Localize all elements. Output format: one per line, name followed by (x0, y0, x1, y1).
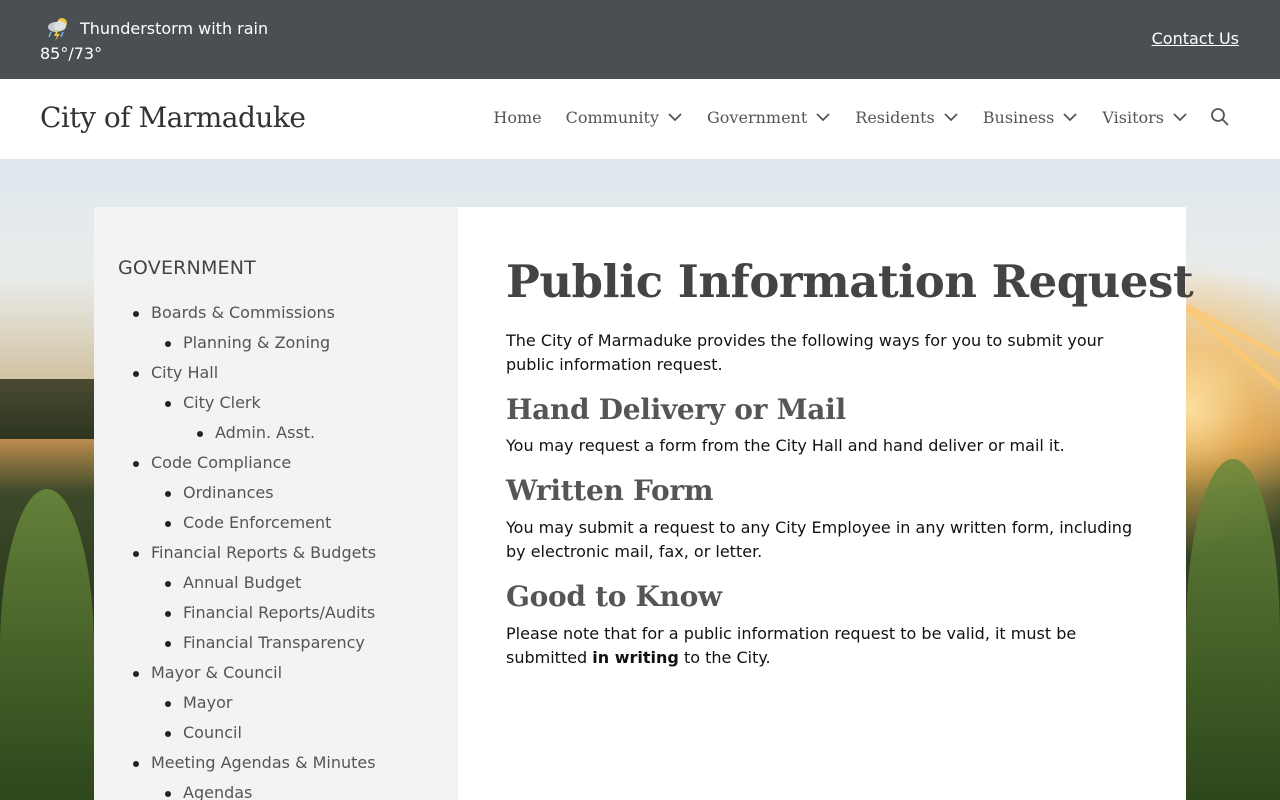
nav-visitors[interactable]: Visitors (1102, 108, 1188, 127)
site-title[interactable]: City of Marmaduke (40, 101, 306, 134)
corn-leaves (0, 489, 94, 800)
thunderstorm-rain-icon (44, 14, 72, 42)
sidebar-item-mayor[interactable]: Mayor (94, 691, 458, 721)
nav-residents[interactable]: Residents (855, 108, 959, 127)
search-icon[interactable] (1210, 107, 1230, 127)
weather-temps: 85°/73° (40, 44, 103, 63)
sidebar-item-financial-reports-budgets[interactable]: Financial Reports & Budgets (94, 541, 458, 571)
section-sidebar: GOVERNMENT Boards & Commissions Planning… (94, 207, 458, 800)
tree-line (0, 379, 100, 439)
sidebar-item-mayor-council[interactable]: Mayor & Council (94, 661, 458, 691)
nav-business[interactable]: Business (983, 108, 1079, 127)
nav-label: Business (982, 107, 1055, 127)
main-nav: Home Community Government Residents Busi… (493, 107, 1230, 127)
corn-leaves (1186, 459, 1280, 800)
sidebar-item-city-clerk[interactable]: City Clerk (94, 391, 458, 421)
sidebar-item-meeting-agendas-minutes[interactable]: Meeting Agendas & Minutes (94, 751, 458, 781)
site-header: City of Marmaduke Home Community Governm… (0, 79, 1280, 159)
chevron-down-icon (668, 113, 682, 122)
nav-label: Home (493, 107, 542, 127)
text-segment: to the City. (678, 648, 771, 667)
sidebar-item-city-hall[interactable]: City Hall (94, 361, 458, 391)
section-heading-written-form: Written Form (506, 474, 714, 507)
nav-label: Government (707, 107, 808, 127)
nav-label: Residents (855, 107, 935, 127)
chevron-down-icon (1063, 113, 1077, 122)
chevron-down-icon (944, 113, 958, 122)
nav-home[interactable]: Home (493, 108, 541, 127)
nav-label: Community (565, 107, 660, 127)
top-utility-bar: Thunderstorm with rain 85°/73° Contact U… (0, 0, 1280, 79)
sidebar-item-ordinances[interactable]: Ordinances (94, 481, 458, 511)
nav-community[interactable]: Community (566, 108, 683, 127)
sidebar-item-agendas[interactable]: Agendas (94, 781, 458, 800)
sidebar-item-code-compliance[interactable]: Code Compliance (94, 451, 458, 481)
section-heading-hand-delivery: Hand Delivery or Mail (506, 393, 846, 426)
intro-paragraph: The City of Marmaduke provides the follo… (506, 331, 1104, 374)
sidebar-item-planning-zoning[interactable]: Planning & Zoning (94, 331, 458, 361)
sidebar-nav-list: Boards & Commissions Planning & Zoning C… (94, 301, 458, 800)
section-text-hand-delivery: You may request a form from the City Hal… (506, 436, 1065, 455)
main-content: Public Information Request The City of M… (458, 207, 1194, 800)
chevron-down-icon (1173, 113, 1187, 122)
sidebar-item-admin-asst[interactable]: Admin. Asst. (94, 421, 458, 451)
sidebar-item-annual-budget[interactable]: Annual Budget (94, 571, 458, 601)
sidebar-item-code-enforcement[interactable]: Code Enforcement (94, 511, 458, 541)
sidebar-item-boards-commissions[interactable]: Boards & Commissions (94, 301, 458, 331)
sidebar-item-council[interactable]: Council (94, 721, 458, 751)
sidebar-item-financial-transparency[interactable]: Financial Transparency (94, 631, 458, 661)
page-title: Public Information Request (506, 255, 1194, 308)
section-text-written-form: You may submit a request to any City Emp… (506, 518, 1133, 561)
nav-label: Visitors (1102, 107, 1164, 127)
weather-condition: Thunderstorm with rain (80, 18, 269, 38)
chevron-down-icon (816, 113, 830, 122)
bold-emphasis: in writing (592, 648, 679, 667)
section-text-good-to-know: Please note that for a public informatio… (506, 622, 1146, 670)
nav-government[interactable]: Government (707, 108, 831, 127)
weather-widget: Thunderstorm with rain 85°/73° (40, 14, 268, 63)
section-heading-good-to-know: Good to Know (506, 580, 722, 613)
contact-us-link[interactable]: Contact Us (1152, 29, 1239, 48)
sidebar-title: GOVERNMENT (118, 257, 256, 279)
sidebar-item-financial-reports-audits[interactable]: Financial Reports/Audits (94, 601, 458, 631)
